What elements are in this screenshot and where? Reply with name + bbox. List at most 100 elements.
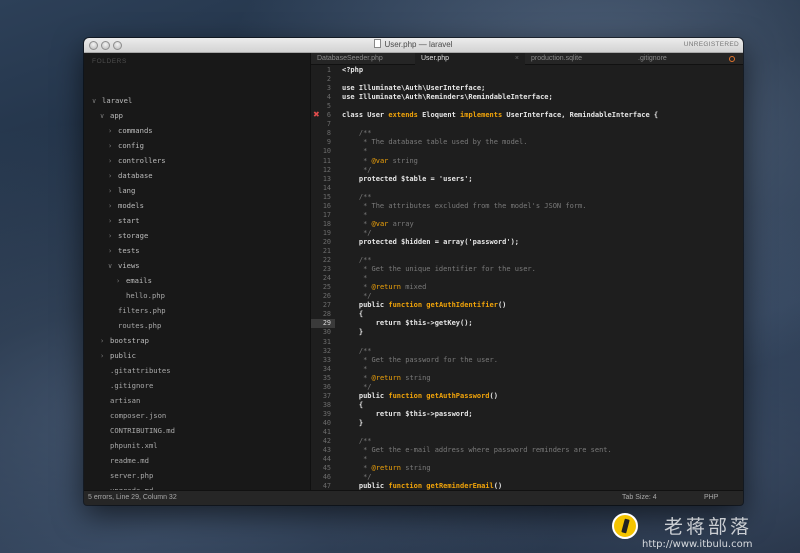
chevron-right-icon[interactable]: ›	[108, 229, 118, 244]
chevron-down-icon[interactable]: ∨	[108, 259, 118, 274]
comment-line[interactable]: */	[342, 383, 371, 391]
folder-item[interactable]: ∨ views	[108, 258, 140, 273]
comment-line[interactable]: *	[342, 274, 367, 282]
file-item[interactable]: readme.md	[100, 453, 149, 468]
chevron-right-icon[interactable]: ›	[108, 244, 118, 259]
chevron-right-icon[interactable]: ›	[108, 139, 118, 154]
close-tab-icon[interactable]: ×	[515, 53, 519, 65]
folder-item[interactable]: › bootstrap	[100, 333, 149, 348]
syntax-selector[interactable]: PHP	[704, 491, 718, 505]
folder-item[interactable]: › tests	[108, 243, 140, 258]
comment-line[interactable]: */	[342, 166, 371, 174]
line-number: 1	[326, 66, 331, 74]
file-item[interactable]: phpunit.xml	[100, 438, 158, 453]
code-line[interactable]: protected $table = 'users';	[342, 175, 473, 183]
code-line[interactable]: use Illuminate\Auth\Reminders\Remindable…	[342, 93, 553, 101]
status-bar: 5 errors, Line 29, Column 32 Tab Size: 4…	[84, 490, 743, 505]
line-number: 23	[322, 265, 331, 274]
chevron-down-icon[interactable]: ∨	[100, 109, 110, 124]
code-line[interactable]: }	[342, 328, 363, 336]
tree-item-label: readme.md	[110, 456, 149, 465]
tab-size-selector[interactable]: Tab Size: 4	[622, 491, 657, 505]
title-bar[interactable]: User.php — laravel UNREGISTERED	[84, 38, 743, 53]
comment-line[interactable]: *	[342, 147, 367, 155]
comment-line[interactable]: *	[342, 211, 367, 219]
comment-line[interactable]: /**	[342, 256, 372, 264]
comment-line[interactable]: /**	[342, 347, 372, 355]
tab-gitignore[interactable]: .gitignore	[631, 53, 743, 65]
comment-line[interactable]: /**	[342, 129, 372, 137]
comment-line[interactable]: * The attributes excluded from the model…	[342, 202, 586, 210]
chevron-right-icon[interactable]: ›	[100, 349, 110, 364]
code-line[interactable]: use Illuminate\Auth\UserInterface;	[342, 84, 485, 92]
line-number: 31	[322, 337, 331, 346]
folder-item[interactable]: › controllers	[108, 153, 166, 168]
chevron-right-icon[interactable]: ›	[108, 214, 118, 229]
code-line[interactable]: class User extends Eloquent implements U…	[342, 111, 658, 119]
code-line[interactable]: return $this->getKey();	[342, 319, 473, 327]
folder-item[interactable]: › public	[100, 348, 136, 363]
chevron-right-icon[interactable]: ›	[108, 199, 118, 214]
chevron-right-icon[interactable]: ›	[108, 154, 118, 169]
line-number: 42	[322, 437, 331, 446]
comment-line[interactable]: *	[342, 365, 367, 373]
comment-line[interactable]: * The database table used by the model.	[342, 138, 527, 146]
folder-item[interactable]: ∨ laravel	[92, 93, 132, 108]
tab-user-php[interactable]: User.php ×	[415, 53, 525, 65]
comment-line[interactable]: * Get the password for the user.	[342, 356, 498, 364]
comment-line[interactable]: *	[342, 455, 367, 463]
code-editor[interactable]: 1 <?php 2 3 use Illuminate\Auth\UserInterfac…	[311, 65, 743, 490]
tab-production-sqlite[interactable]: production.sqlite	[525, 53, 631, 65]
folder-item[interactable]: › emails	[116, 273, 152, 288]
folder-item[interactable]: › config	[108, 138, 144, 153]
code-line[interactable]: }	[342, 419, 363, 427]
folder-item[interactable]: › database	[108, 168, 153, 183]
chevron-right-icon[interactable]: ›	[108, 184, 118, 199]
comment-line[interactable]: */	[342, 229, 371, 237]
chevron-right-icon[interactable]: ›	[100, 334, 110, 349]
code-line[interactable]: protected $hidden = array('password');	[342, 238, 519, 246]
folder-item[interactable]: › storage	[108, 228, 148, 243]
code-line[interactable]: {	[342, 310, 363, 318]
code-line[interactable]: public function getReminderEmail()	[342, 482, 502, 490]
file-item[interactable]: filters.php	[108, 303, 166, 318]
file-item[interactable]: artisan	[100, 393, 140, 408]
comment-line[interactable]: * Get the unique identifier for the user…	[342, 265, 536, 273]
folder-item[interactable]: › lang	[108, 183, 135, 198]
comment-line[interactable]: */	[342, 292, 371, 300]
file-item[interactable]: .gitignore	[100, 378, 153, 393]
file-item[interactable]: routes.php	[108, 318, 161, 333]
comment-line[interactable]: */	[342, 473, 371, 481]
tab-databaseseeder[interactable]: DatabaseSeeder.php	[311, 53, 415, 65]
comment-line[interactable]: * @return string	[342, 464, 430, 472]
comment-line[interactable]: * @return mixed	[342, 283, 426, 291]
file-item[interactable]: CONTRIBUTING.md	[100, 423, 175, 438]
chevron-right-icon[interactable]: ›	[108, 124, 118, 139]
folder-item[interactable]: › models	[108, 198, 144, 213]
code-line[interactable]: public function getAuthIdentifier()	[342, 301, 507, 309]
chevron-down-icon[interactable]: ∨	[92, 94, 102, 109]
comment-line[interactable]: * @var string	[342, 157, 418, 165]
code-line[interactable]: public function getAuthPassword()	[342, 392, 498, 400]
line-number: 26	[322, 292, 331, 301]
file-item[interactable]: composer.json	[100, 408, 166, 423]
file-item[interactable]: server.php	[100, 468, 153, 483]
chevron-right-icon[interactable]: ›	[116, 274, 126, 289]
folder-item[interactable]: › start	[108, 213, 140, 228]
code-line[interactable]: <?php	[342, 66, 363, 74]
comment-line[interactable]: /**	[342, 193, 372, 201]
comment-line[interactable]: * @var array	[342, 220, 414, 228]
comment-line[interactable]: * Get the e-mail address where password …	[342, 446, 612, 454]
comment-line[interactable]: /**	[342, 437, 372, 445]
code-line[interactable]: return $this->password;	[342, 410, 473, 418]
line-number: 14	[322, 183, 331, 192]
line-number: 10	[322, 147, 331, 156]
file-item[interactable]: hello.php	[116, 288, 165, 303]
chevron-right-icon[interactable]: ›	[108, 169, 118, 184]
code-line[interactable]: {	[342, 401, 363, 409]
unsaved-dot-icon[interactable]	[729, 56, 735, 62]
file-item[interactable]: .gitattributes	[100, 363, 171, 378]
folder-item[interactable]: › commands	[108, 123, 153, 138]
comment-line[interactable]: * @return string	[342, 374, 430, 382]
folder-item[interactable]: ∨ app	[100, 108, 123, 123]
